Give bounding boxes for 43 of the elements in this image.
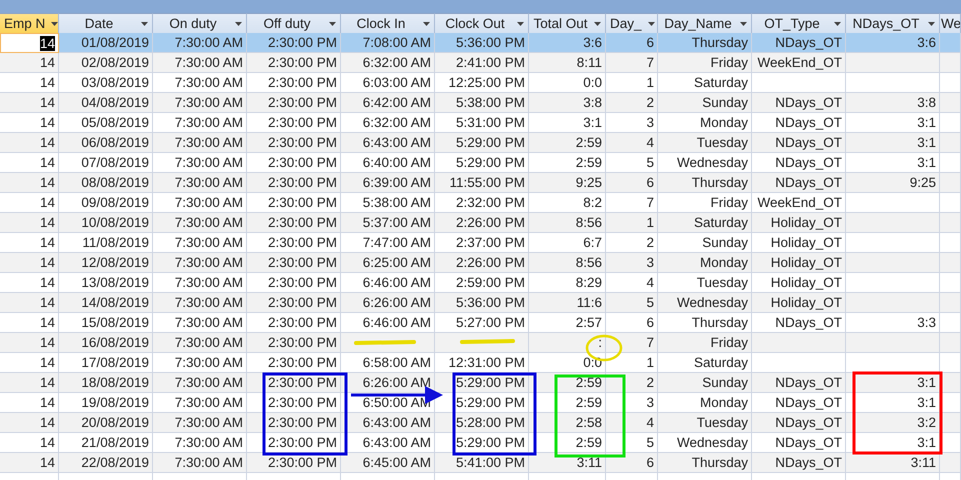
table-row[interactable]: 14 04/08/2019 7:30:00 AM 2:30:00 PM 6:42:00 AM 5:38:00 PM 3:8 2 Sunday NDays_OT 3:8 xyxy=(0,93,961,113)
caret-icon[interactable] xyxy=(329,22,336,26)
table-row[interactable]: 14 10/08/2019 7:30:00 AM 2:30:00 PM 5:37:00 AM 2:26:00 PM 8:56 1 Saturday Holiday_OT xyxy=(0,213,961,233)
caret-icon[interactable] xyxy=(235,22,242,26)
table-row[interactable]: 14 16/08/2019 7:30:00 AM 2:30:00 PM : 7 Friday xyxy=(0,333,961,353)
table-row[interactable]: 14 15/08/2019 7:30:00 AM 2:30:00 PM 6:46:00 AM 5:27:00 PM 2:57 6 Thursday NDays_OT 3:3 xyxy=(0,313,961,333)
column-header[interactable]: On duty xyxy=(153,13,247,34)
caret-icon[interactable] xyxy=(648,22,655,26)
column-header[interactable]: Total Out xyxy=(529,13,606,34)
column-header[interactable]: Emp N xyxy=(0,13,59,34)
caret-icon[interactable] xyxy=(423,22,430,26)
table-row[interactable]: 14 03/08/2019 7:30:00 AM 2:30:00 PM 6:03:00 AM 12:25:00 PM 0:0 1 Saturday xyxy=(0,73,961,93)
table-row[interactable]: 14 09/08/2019 7:30:00 AM 2:30:00 PM 5:38:00 AM 2:32:00 PM 8:2 7 Friday WeekEnd_OT xyxy=(0,193,961,213)
caret-icon[interactable] xyxy=(517,22,524,26)
table-row[interactable]: 14 05/08/2019 7:30:00 AM 2:30:00 PM 6:32:00 AM 5:31:00 PM 3:1 3 Monday NDays_OT 3:1 xyxy=(0,113,961,133)
table-row[interactable]: 14 08/08/2019 7:30:00 AM 2:30:00 PM 6:39:00 AM 11:55:00 PM 9:25 6 Thursday NDays_OT 9:25 xyxy=(0,173,961,193)
table-row[interactable]: 14 21/08/2019 7:30:00 AM 2:30:00 PM 6:43:00 AM 5:29:00 PM 2:59 5 Wednesday NDays_OT 3:1 xyxy=(0,433,961,453)
column-header[interactable]: NDays_OT xyxy=(846,13,940,34)
table-row[interactable]: 14 11/08/2019 7:30:00 AM 2:30:00 PM 7:47:00 AM 2:37:00 PM 6:7 2 Sunday Holiday_OT xyxy=(0,233,961,253)
column-header[interactable]: Clock In xyxy=(341,13,435,34)
caret-icon[interactable] xyxy=(594,22,601,26)
table-row[interactable]: 14 01/08/2019 7:30:00 AM 2:30:00 PM 7:08:00 AM 5:36:00 PM 3:6 6 Thursday NDays_OT 3:6 xyxy=(0,33,961,53)
table-row[interactable]: 14 18/08/2019 7:30:00 AM 2:30:00 PM 6:26:00 AM 5:29:00 PM 2:59 2 Sunday NDays_OT 3:1 xyxy=(0,373,961,393)
column-header[interactable]: OT_Type xyxy=(752,13,846,34)
caret-icon[interactable] xyxy=(834,22,841,26)
table-row[interactable]: 14 06/08/2019 7:30:00 AM 2:30:00 PM 6:43:00 AM 5:29:00 PM 2:59 4 Tuesday NDays_OT 3:1 xyxy=(0,133,961,153)
column-header[interactable]: Day_Name xyxy=(658,13,752,34)
table-row[interactable]: 14 13/08/2019 7:30:00 AM 2:30:00 PM 6:46:00 AM 2:59:00 PM 8:29 4 Tuesday Holiday_OT xyxy=(0,273,961,293)
table-row[interactable]: 14 12/08/2019 7:30:00 AM 2:30:00 PM 6:25:00 AM 2:26:00 PM 8:56 3 Monday Holiday_OT xyxy=(0,253,961,273)
caret-icon[interactable] xyxy=(51,22,58,26)
table-row[interactable]: 14 07/08/2019 7:30:00 AM 2:30:00 PM 6:40:00 AM 5:29:00 PM 2:59 5 Wednesday NDays_OT 3:1 xyxy=(0,153,961,173)
table-row[interactable]: 14 02/08/2019 7:30:00 AM 2:30:00 PM 6:32:00 AM 2:41:00 PM 8:11 7 Friday WeekEnd_OT xyxy=(0,53,961,73)
caret-icon[interactable] xyxy=(928,22,935,26)
table-row[interactable]: 14 20/08/2019 7:30:00 AM 2:30:00 PM 6:43:00 AM 5:28:00 PM 2:58 4 Tuesday NDays_OT 3:2 xyxy=(0,413,961,433)
table-row[interactable]: 14 14/08/2019 7:30:00 AM 2:30:00 PM 6:26:00 AM 5:36:00 PM 11:6 5 Wednesday Holiday_OT xyxy=(0,293,961,313)
table-cell[interactable]: 14 xyxy=(40,36,55,50)
column-header[interactable]: Off duty xyxy=(247,13,341,34)
column-header[interactable]: Clock Out xyxy=(435,13,529,34)
caret-icon[interactable] xyxy=(740,22,747,26)
column-header[interactable]: Date xyxy=(59,13,153,34)
column-header[interactable]: Day_ xyxy=(606,13,658,34)
caret-icon[interactable] xyxy=(141,22,148,26)
table-row[interactable]: 14 22/08/2019 7:30:00 AM 2:30:00 PM 6:45:00 AM 5:41:00 PM 3:11 6 Thursday NDays_OT 3:11 xyxy=(0,453,961,473)
